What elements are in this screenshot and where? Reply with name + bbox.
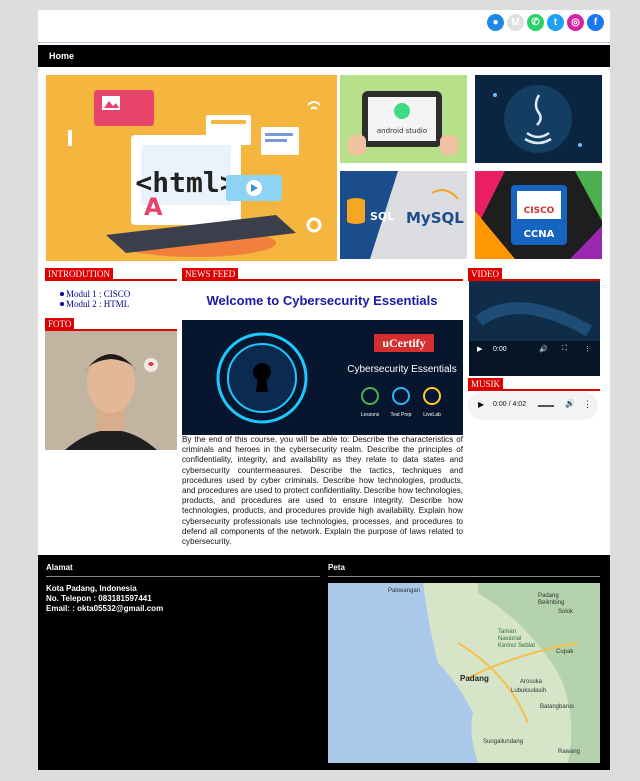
divider — [38, 42, 610, 43]
globe-icon[interactable]: ● — [487, 14, 504, 31]
page: ● M ✆ t ◎ f Home <html> A android studio… — [38, 10, 610, 770]
svg-text:CISCO: CISCO — [524, 206, 555, 216]
more-options-icon[interactable]: ⋮ — [583, 399, 592, 410]
banner-android-studio[interactable]: android studio — [340, 75, 467, 163]
address-line: Kota Padang, Indonesia — [46, 584, 137, 593]
video-time: 0:00 — [493, 346, 507, 353]
gmail-icon[interactable]: M — [507, 14, 524, 31]
banner-java[interactable] — [475, 75, 602, 163]
video-player[interactable]: ▶ 0:00 🔊 ⛶ ⋮ — [469, 281, 600, 376]
email-line: Email: : okta05532@gmail.com — [46, 604, 164, 613]
java-illustration — [475, 75, 602, 163]
section-intro-line — [45, 279, 177, 281]
news-body: By the end of this course, you will be a… — [182, 435, 463, 547]
map-title: Peta — [328, 563, 345, 572]
navbar: Home — [38, 45, 610, 67]
video-thumbnail — [469, 281, 600, 376]
svg-text:CCNA: CCNA — [524, 229, 555, 240]
nav-home-link[interactable]: Home — [38, 45, 74, 67]
news-banner: uCertify Cybersecurity Essentials Lesson… — [182, 320, 463, 435]
audio-player[interactable]: ▶ 0:00 / 4:02 🔊 ⋮ — [468, 392, 598, 420]
svg-text:Lessons: Lessons — [361, 412, 380, 418]
module-list: Modul 1 : CISCO Modul 2 : HTML — [60, 289, 130, 309]
footer: Alamat Kota Padang, Indonesia No. Telepo… — [38, 555, 610, 770]
svg-text:SQL: SQL — [370, 210, 394, 223]
map-embed[interactable]: Paloeangan Padang Belimbing Solok Taman Na… — [328, 583, 600, 763]
news-title: Welcome to Cybersecurity Essentials — [206, 293, 438, 308]
svg-text:A: A — [144, 193, 163, 221]
svg-text:Paloeangan: Paloeangan — [388, 588, 420, 594]
android-illustration: android studio — [348, 91, 458, 155]
news-banner-illustration: uCertify Cybersecurity Essentials Lesson… — [182, 320, 463, 435]
audio-time: 0:00 / 4:02 — [493, 401, 527, 408]
fullscreen-icon[interactable]: ⛶ — [562, 345, 567, 353]
cisco-illustration: CISCO CCNA — [475, 171, 602, 259]
svg-text:Sungailundang: Sungailundang — [483, 739, 523, 745]
instagram-icon[interactable]: ◎ — [567, 14, 584, 31]
html-illustration: <html> A — [68, 90, 322, 257]
address-title: Alamat — [46, 563, 73, 572]
svg-text:android studio: android studio — [377, 127, 427, 135]
phone-line: No. Telepon : 083181597441 — [46, 594, 152, 603]
svg-text:Test Prep: Test Prep — [390, 412, 411, 418]
svg-text:Cupak: Cupak — [556, 649, 574, 655]
svg-text:Cybersecurity Essentials: Cybersecurity Essentials — [347, 364, 456, 375]
map-divider — [328, 576, 600, 577]
svg-text:uCertify: uCertify — [382, 336, 425, 350]
play-icon[interactable]: ▶ — [478, 400, 484, 409]
module-link[interactable]: Modul 1 : CISCO — [60, 289, 130, 299]
svg-text:Batangbarus: Batangbarus — [540, 704, 574, 710]
profile-photo-illustration — [45, 331, 177, 450]
section-musik-line — [468, 389, 600, 391]
banner-html[interactable]: <html> A — [46, 75, 337, 261]
section-news-line — [182, 279, 463, 281]
svg-text:Padang: Padang — [460, 674, 489, 683]
audio-progress-bar[interactable] — [538, 405, 554, 407]
whatsapp-icon[interactable]: ✆ — [527, 14, 544, 31]
mysql-illustration: SQL MySQL — [340, 171, 464, 259]
play-icon[interactable]: ▶ — [477, 345, 482, 353]
social-links: ● M ✆ t ◎ f — [487, 14, 604, 31]
svg-text:Rawang: Rawang — [558, 749, 580, 755]
address-divider — [46, 576, 320, 577]
svg-text:LiveLab: LiveLab — [423, 412, 441, 418]
facebook-icon[interactable]: f — [587, 14, 604, 31]
svg-text:Solok: Solok — [558, 609, 574, 615]
profile-photo — [45, 331, 177, 450]
svg-text:Arosuka: Arosuka — [520, 679, 543, 685]
volume-icon[interactable]: 🔊 — [539, 345, 548, 353]
svg-text:Lubuksulasih: Lubuksulasih — [511, 688, 546, 694]
banner-mysql[interactable]: SQL MySQL — [340, 171, 467, 259]
more-options-icon[interactable]: ⋮ — [584, 345, 591, 353]
svg-text:MySQL: MySQL — [406, 209, 464, 227]
volume-icon[interactable]: 🔊 — [565, 399, 575, 408]
banner-cisco-ccna[interactable]: CISCO CCNA — [475, 171, 602, 259]
map-illustration: Paloeangan Padang Belimbing Solok Taman Na… — [328, 583, 600, 763]
address-block: Kota Padang, Indonesia No. Telepon : 083… — [46, 584, 163, 614]
twitter-icon[interactable]: t — [547, 14, 564, 31]
module-link[interactable]: Modul 2 : HTML — [60, 299, 130, 309]
top-bar: ● M ✆ t ◎ f — [38, 10, 610, 44]
